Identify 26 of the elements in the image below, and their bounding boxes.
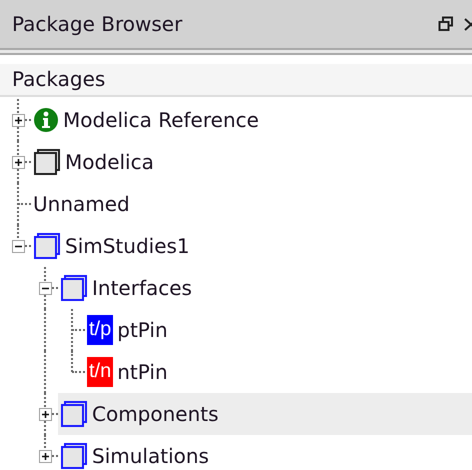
expand-toggle[interactable]: [12, 156, 25, 169]
panel-title: Package Browser: [12, 12, 184, 36]
tree-item[interactable]: SimStudies1: [31, 225, 472, 267]
tree-item[interactable]: Components: [58, 393, 472, 435]
restore-icon[interactable]: [438, 16, 454, 32]
tree-item[interactable]: Modelica Reference: [31, 99, 472, 141]
expand-toggle[interactable]: [39, 450, 52, 463]
tree-item[interactable]: Modelica: [31, 141, 472, 183]
tree-item[interactable]: Interfaces: [58, 267, 472, 309]
package-icon: [60, 442, 88, 470]
tree-item[interactable]: Simulations: [58, 435, 472, 470]
tree-item[interactable]: t/n ntPin: [85, 351, 472, 393]
package-icon: [60, 400, 88, 428]
column-header[interactable]: Packages: [0, 64, 472, 97]
expand-toggle[interactable]: [12, 114, 25, 127]
tree-item[interactable]: t/p ptPin: [85, 309, 472, 351]
package-icon: [33, 148, 61, 176]
expand-toggle[interactable]: [39, 282, 52, 295]
pin-badge: t/p: [87, 315, 114, 345]
expand-toggle[interactable]: [39, 408, 52, 421]
package-icon: [33, 232, 61, 260]
tree-item[interactable]: Unnamed: [31, 183, 472, 225]
pin-badge: t/n: [87, 357, 114, 387]
info-icon: [33, 107, 59, 133]
package-icon: [60, 274, 88, 302]
expand-toggle[interactable]: [12, 240, 25, 253]
